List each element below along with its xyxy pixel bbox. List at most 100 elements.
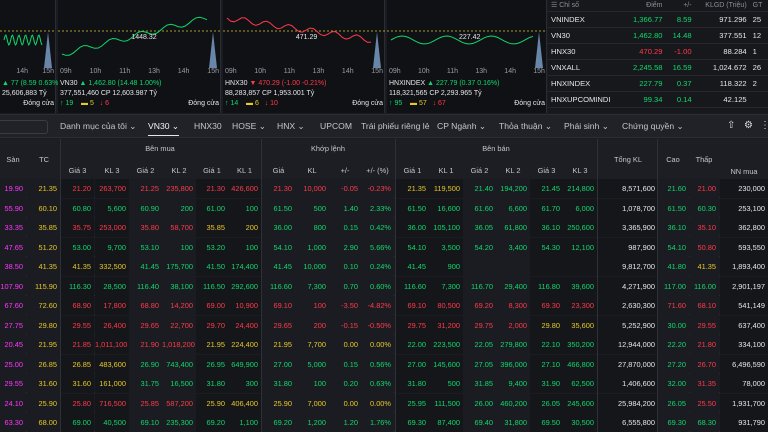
cell-b1: 69.00 [196,296,228,315]
cell-cao: 41.80 [658,257,689,276]
subheader-skl1: KL 1 [438,166,454,175]
tab-phái-sinh[interactable]: Phái sinh ⌄ [564,121,609,132]
table-row[interactable]: 29.55 31.60 31.60 161,000 31.75 16,500 31.80 30… [0,374,768,394]
tab-danh-mục-của-tôi[interactable]: Danh mục của tôi ⌄ [60,121,136,132]
table-row[interactable]: 67.60 72.60 68.90 17,800 68.80 14,200 69.00 10,… [0,296,768,316]
menu-icon[interactable]: ☰ [551,2,557,9]
upload-icon[interactable]: ⇧ [727,120,735,131]
more-icon[interactable]: ⋮ [760,120,768,131]
cell-b2: 29.65 [129,315,162,335]
cell-sk1: 223,500 [429,335,463,354]
index-chart-hnx30[interactable]: 471.29 09h 10h 11h 13h 14h 15h HNX30 ▼ 470.29 (… [223,0,385,113]
table-row[interactable]: 24.10 25.90 25.80 716,500 25.85 587,200 25.90 4… [0,393,768,413]
table-row[interactable]: 27.75 29.80 29.55 26,400 29.65 22,700 29.70 24,… [0,315,768,335]
cell-nn: 1,893,400 [720,257,768,276]
cell-s1: 69.10 [396,296,429,315]
table-row[interactable]: 33.35 35.85 35.75 253,000 35.80 58,700 35.85 20… [0,218,768,238]
time-tick: 14h [177,68,190,75]
cell-b2: 25.85 [129,393,162,413]
cell-bk1: 174,400 [228,257,261,276]
cell-b1: 69.20 [196,413,228,432]
table-row[interactable]: 38.50 41.35 41.35 332,500 41.45 175,700 41.50 1… [0,257,768,277]
cell-bk3: 9,700 [95,237,129,257]
index-cell: 1 [749,43,768,60]
gear-icon[interactable]: ⚙ [744,120,753,131]
cell-tkl: 1,406,600 [598,374,658,393]
table-row[interactable]: 47.65 51.20 53.00 9,700 53.10 100 53.20 100 54.1… [0,237,768,257]
cell-tc: 51.20 [27,237,60,257]
subheader-pmp: +/- (%) [366,166,389,175]
cell-san: 107.90 [0,276,26,296]
cell-s1: 61.50 [396,198,429,218]
index-row[interactable]: HNXUPCOMINDI 99.34 0.14 42.125 [548,91,768,108]
table-row[interactable]: 20.45 21.95 21.85 1,011,100 21.90 1,018,200 21… [0,335,768,355]
subheader-kl1: KL 1 [237,166,252,175]
index-row[interactable]: HNX30 470.29 -1.00 88.284 1 [548,43,768,60]
tab-cp-ngành[interactable]: CP Ngành ⌄ [437,121,486,132]
cell-b2: 68.80 [129,296,162,315]
header-matched: Khớp lệnh [310,144,346,153]
table-row[interactable]: 55.90 60.10 60.80 5,600 60.90 200 61.00 100 61.5… [0,198,768,218]
cell-bk2: 14,200 [162,296,196,315]
column-divider [597,139,598,432]
cell-tkl: 4,271,900 [598,276,658,296]
cell-tc: 26.85 [27,354,60,374]
index-row[interactable]: VNINDEX 1,366.77 8.59 971.296 25 [548,11,768,28]
cell-thap: 50.80 [690,237,719,257]
cell-bk2: 38,100 [162,276,196,296]
cell-thap: 26.70 [690,354,719,374]
index-chart-hnxindex[interactable]: 227.42 09h 10h 11h 13h 14h 15h HNXINDEX ▲ 227.7… [387,0,547,113]
volume-spike [373,32,381,68]
cell-thap: 68.30 [690,413,719,432]
index-row[interactable]: VNXALL 2,245.58 16.59 1,024.672 26 [548,59,768,76]
header-floor: Sàn [6,155,20,164]
cell-g: 29.65 [262,315,295,335]
index-chart-vnindex-partial[interactable]: 14h 15h ▲ 77 (8.59 0.63%) 25,606,883 Tỷ Đóng… [0,0,61,113]
cell-s1: 27.00 [396,354,429,374]
cell-thap: 21.00 [690,179,719,198]
index-row[interactable]: HNXINDEX 227.79 0.37 118.322 2 [548,75,768,92]
cell-g: 69.10 [262,296,295,315]
tab-thỏa-thuận[interactable]: Thỏa thuận ⌄ [499,121,552,132]
tab-vn30[interactable]: VN30 ⌄ [148,121,180,136]
tab-hnx30[interactable]: HNX30 [194,121,222,131]
cell-sk3: 250,600 [563,218,597,237]
table-row[interactable]: 25.00 26.85 26.85 483,600 26.90 743,400 26.95 6… [0,354,768,374]
tab-hose[interactable]: HOSE ⌄ [232,121,266,132]
tab-upcom[interactable]: UPCOM [320,121,352,131]
cell-sk3 [563,257,597,276]
index-row[interactable]: VN30 1,462.80 14.48 377.551 12 [548,27,768,44]
chevron-down-icon: ⌄ [599,121,609,131]
time-tick: 15h [207,68,219,75]
index-cell: 2,245.58 [624,59,666,76]
table-row[interactable]: 19.90 21.35 21.20 263,700 21.25 235,800 21.30 4… [0,179,768,199]
cell-sk1: 105,100 [429,218,463,237]
cell-tkl: 12,944,000 [598,335,658,354]
search-input[interactable] [0,120,48,134]
cell-b2: 35.80 [129,218,162,237]
table-row[interactable]: 63.30 68.00 69.00 40,500 69.10 235,300 69.20 1,… [0,413,768,432]
tab-hnx[interactable]: HNX ⌄ [277,121,305,132]
cell-thap: 21.80 [690,335,719,354]
index-cell: 377.551 [694,27,750,44]
cell-sk1: 7,300 [429,276,463,296]
cell-cao: 117.00 [658,276,689,296]
time-tick: 09h [389,68,401,75]
cell-thap: 60.30 [690,198,719,218]
index-chart-vn30[interactable]: 1448.32 09h 10h 11h 13h 14h 15h VN30 ▲ 1,462.80… [58,0,221,113]
column-divider [657,139,658,432]
cell-bk2: 200 [162,198,196,218]
cell-sk2: 6,600 [496,198,530,218]
subheader-kl: KL [307,166,317,175]
chevron-down-icon: ⌄ [476,121,487,131]
tab-chứng-quyền[interactable]: Chứng quyền ⌄ [622,121,684,132]
table-row[interactable]: 107.90 115.90 116.30 28,500 116.40 38,100 116.… [0,276,768,296]
cell-san: 67.60 [0,296,26,315]
cell-cao: 69.30 [658,413,689,432]
tab-trái-phiếu-riêng-lẻ[interactable]: Trái phiếu riêng lẻ [361,121,429,131]
cell-san: 29.55 [0,374,26,393]
cell-g: 31.80 [262,374,295,393]
cell-g: 27.00 [262,354,295,374]
index-table-header: ☰ Chỉ số Điểm +/- KLGD (Triệu) GT [548,0,768,12]
cell-bk3: 332,500 [95,257,129,276]
